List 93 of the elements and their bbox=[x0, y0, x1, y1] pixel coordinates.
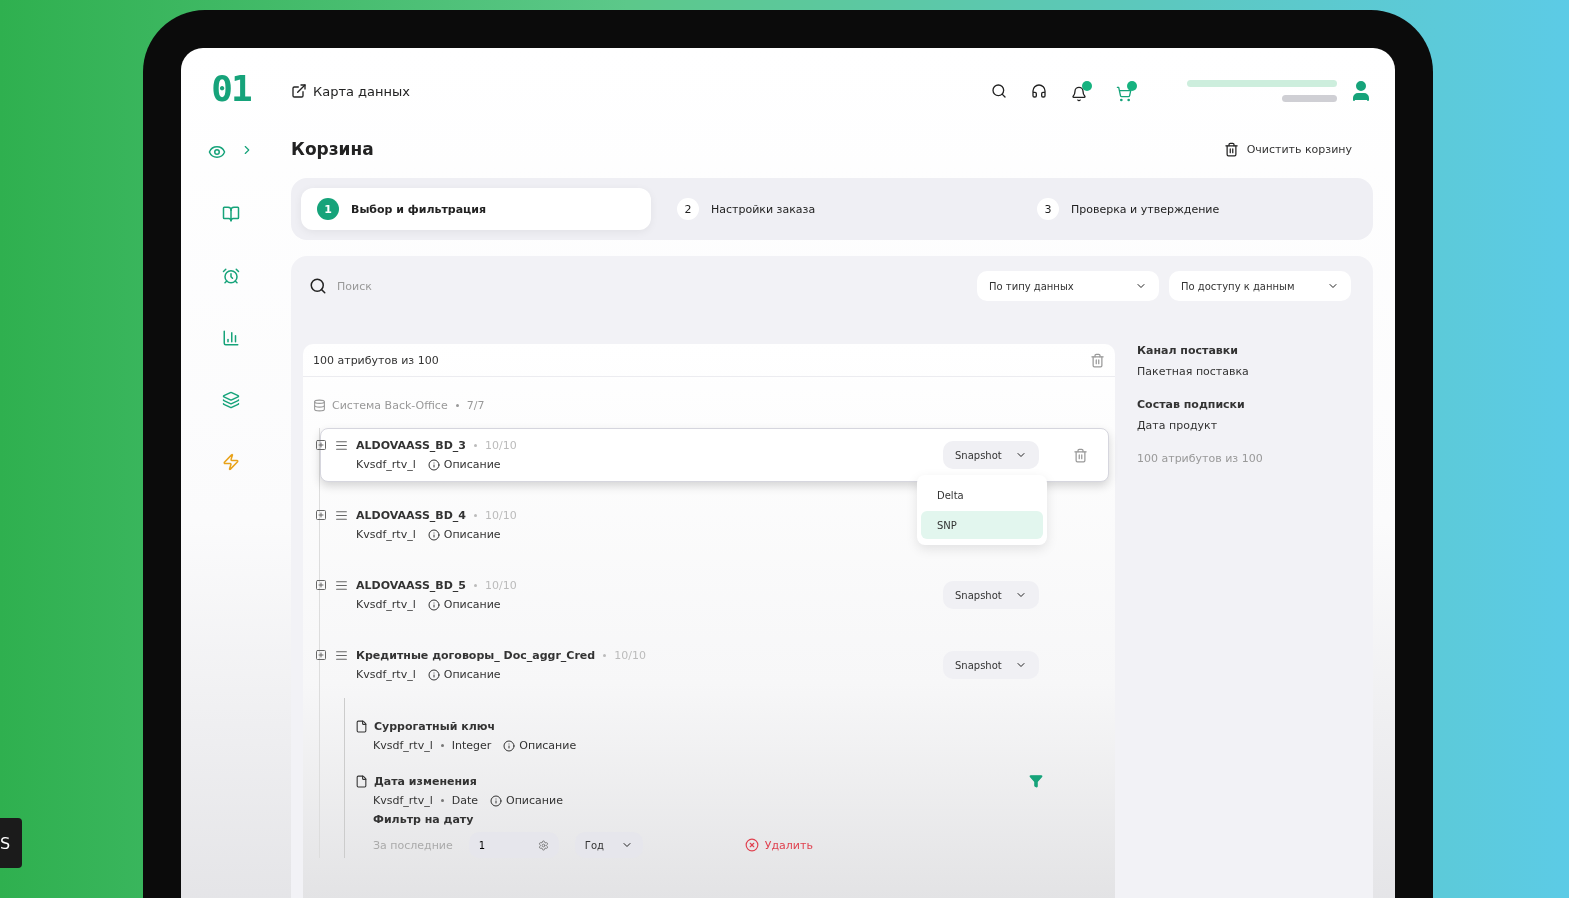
description-link[interactable]: Описание bbox=[490, 794, 563, 807]
dot-separator bbox=[474, 444, 478, 447]
headset-icon[interactable] bbox=[1031, 83, 1047, 99]
dot-separator bbox=[440, 799, 444, 802]
file-icon bbox=[355, 720, 368, 733]
description-link[interactable]: Описание bbox=[427, 528, 501, 541]
clear-cart-button[interactable]: Очистить корзину bbox=[1217, 140, 1358, 158]
description-link[interactable]: Описание bbox=[427, 598, 501, 611]
info-attribute-count: 100 атрибутов из 100 bbox=[1137, 452, 1264, 465]
layers-icon[interactable] bbox=[222, 391, 240, 409]
table-name: Кредитные договоры_ Doc_aggr_Cred bbox=[356, 649, 596, 662]
system-count: 7/7 bbox=[466, 399, 485, 412]
dot-separator bbox=[455, 404, 459, 407]
info-icon bbox=[503, 739, 516, 752]
close-circle-icon bbox=[744, 838, 759, 852]
info-icon bbox=[427, 668, 440, 681]
attribute-source: Kvsdf_rtv_l bbox=[373, 794, 433, 807]
external-link-icon bbox=[291, 83, 307, 99]
attribute-type: Integer bbox=[451, 739, 492, 752]
bar-chart-icon[interactable] bbox=[222, 329, 240, 347]
filter-dropdown[interactable]: По типу данных bbox=[977, 271, 1159, 301]
table-source: Kvsdf_rtv_l bbox=[356, 598, 416, 611]
info-label: Канал поставки bbox=[1137, 344, 1239, 357]
dot-separator bbox=[474, 514, 478, 517]
table-count: 10/10 bbox=[485, 439, 517, 452]
remove-button[interactable]: Удалить bbox=[738, 837, 819, 853]
search-field[interactable]: Поиск bbox=[335, 278, 539, 294]
table-count: 10/10 bbox=[485, 509, 517, 522]
info-icon bbox=[427, 458, 440, 471]
trash-icon[interactable] bbox=[1073, 447, 1088, 463]
book-icon[interactable] bbox=[222, 205, 240, 223]
filter-title: Фильтр на дату bbox=[373, 813, 475, 826]
info-icon bbox=[427, 598, 440, 611]
attribute-type: Date bbox=[451, 794, 478, 807]
expand-icon[interactable] bbox=[315, 439, 327, 451]
list-icon bbox=[335, 439, 348, 452]
info-value: Дата продукт bbox=[1137, 419, 1219, 432]
table-count: 10/10 bbox=[485, 579, 517, 592]
step-tab[interactable]: 2 Настройки заказа bbox=[661, 188, 1011, 230]
table-name: ALDOVAASS_BD_4 bbox=[356, 509, 467, 522]
mode-dropdown[interactable]: Snapshot bbox=[943, 651, 1039, 679]
page-title: Корзина bbox=[291, 139, 374, 159]
bell-icon[interactable] bbox=[1071, 80, 1092, 102]
menu-option[interactable]: SNP bbox=[921, 511, 1043, 539]
info-value: Пакетная поставка bbox=[1137, 365, 1250, 378]
dot-separator bbox=[603, 654, 607, 657]
info-label: Состав подписки bbox=[1137, 398, 1246, 411]
search-icon bbox=[309, 277, 327, 295]
period-label: За последние bbox=[373, 838, 453, 852]
description-link[interactable]: Описание bbox=[503, 739, 577, 752]
data-map-link[interactable]: Карта данных bbox=[291, 83, 411, 99]
overlay-label: S bbox=[0, 818, 22, 868]
database-icon bbox=[313, 399, 326, 412]
logo: 01 bbox=[211, 68, 251, 109]
info-icon bbox=[490, 794, 502, 807]
table-source: Kvsdf_rtv_l bbox=[356, 528, 416, 541]
step-tab[interactable]: 1 Выбор и фильтрация bbox=[301, 188, 651, 230]
menu-option[interactable]: Delta bbox=[921, 481, 1043, 509]
lightning-icon[interactable] bbox=[222, 453, 240, 471]
system-name: Система Back-Office bbox=[332, 399, 448, 412]
description-link[interactable]: Описание bbox=[427, 668, 501, 681]
attribute-count: 100 атрибутов из 100 bbox=[313, 353, 439, 367]
mode-dropdown[interactable]: Snapshot bbox=[943, 441, 1039, 469]
table-count: 10/10 bbox=[614, 649, 646, 662]
expand-icon[interactable] bbox=[315, 649, 327, 661]
search-icon[interactable] bbox=[991, 83, 1007, 99]
table-name: ALDOVAASS_BD_3 bbox=[356, 439, 467, 452]
table-source: Kvsdf_rtv_l bbox=[356, 668, 416, 681]
table-name: ALDOVAASS_BD_5 bbox=[356, 579, 467, 592]
cart-icon[interactable] bbox=[1116, 80, 1137, 102]
file-icon bbox=[355, 774, 368, 788]
list-icon bbox=[335, 579, 348, 592]
gear-icon bbox=[537, 839, 549, 851]
expand-icon[interactable] bbox=[315, 509, 327, 521]
dot-separator bbox=[474, 584, 478, 587]
attribute-name: Дата изменения bbox=[374, 774, 477, 788]
info-icon bbox=[427, 528, 440, 541]
list-icon bbox=[335, 509, 348, 522]
trash-icon[interactable] bbox=[1090, 352, 1105, 368]
dot-separator bbox=[440, 744, 444, 747]
mode-dropdown[interactable]: Snapshot bbox=[943, 581, 1039, 609]
step-tab[interactable]: 3 Проверка и утверждение bbox=[1021, 188, 1363, 230]
attribute-source: Kvsdf_rtv_l bbox=[373, 739, 433, 752]
list-icon bbox=[335, 649, 348, 662]
trash-icon bbox=[1223, 141, 1239, 157]
table-source: Kvsdf_rtv_l bbox=[356, 458, 416, 471]
description-link[interactable]: Описание bbox=[427, 458, 501, 471]
filter-icon[interactable] bbox=[1029, 774, 1043, 788]
eye-icon[interactable] bbox=[208, 143, 226, 161]
alarm-clock-icon[interactable] bbox=[222, 267, 240, 285]
expand-icon[interactable] bbox=[315, 579, 327, 591]
filter-dropdown[interactable]: По доступу к данным bbox=[1169, 271, 1351, 301]
attribute-name: Суррогатный ключ bbox=[374, 720, 495, 733]
